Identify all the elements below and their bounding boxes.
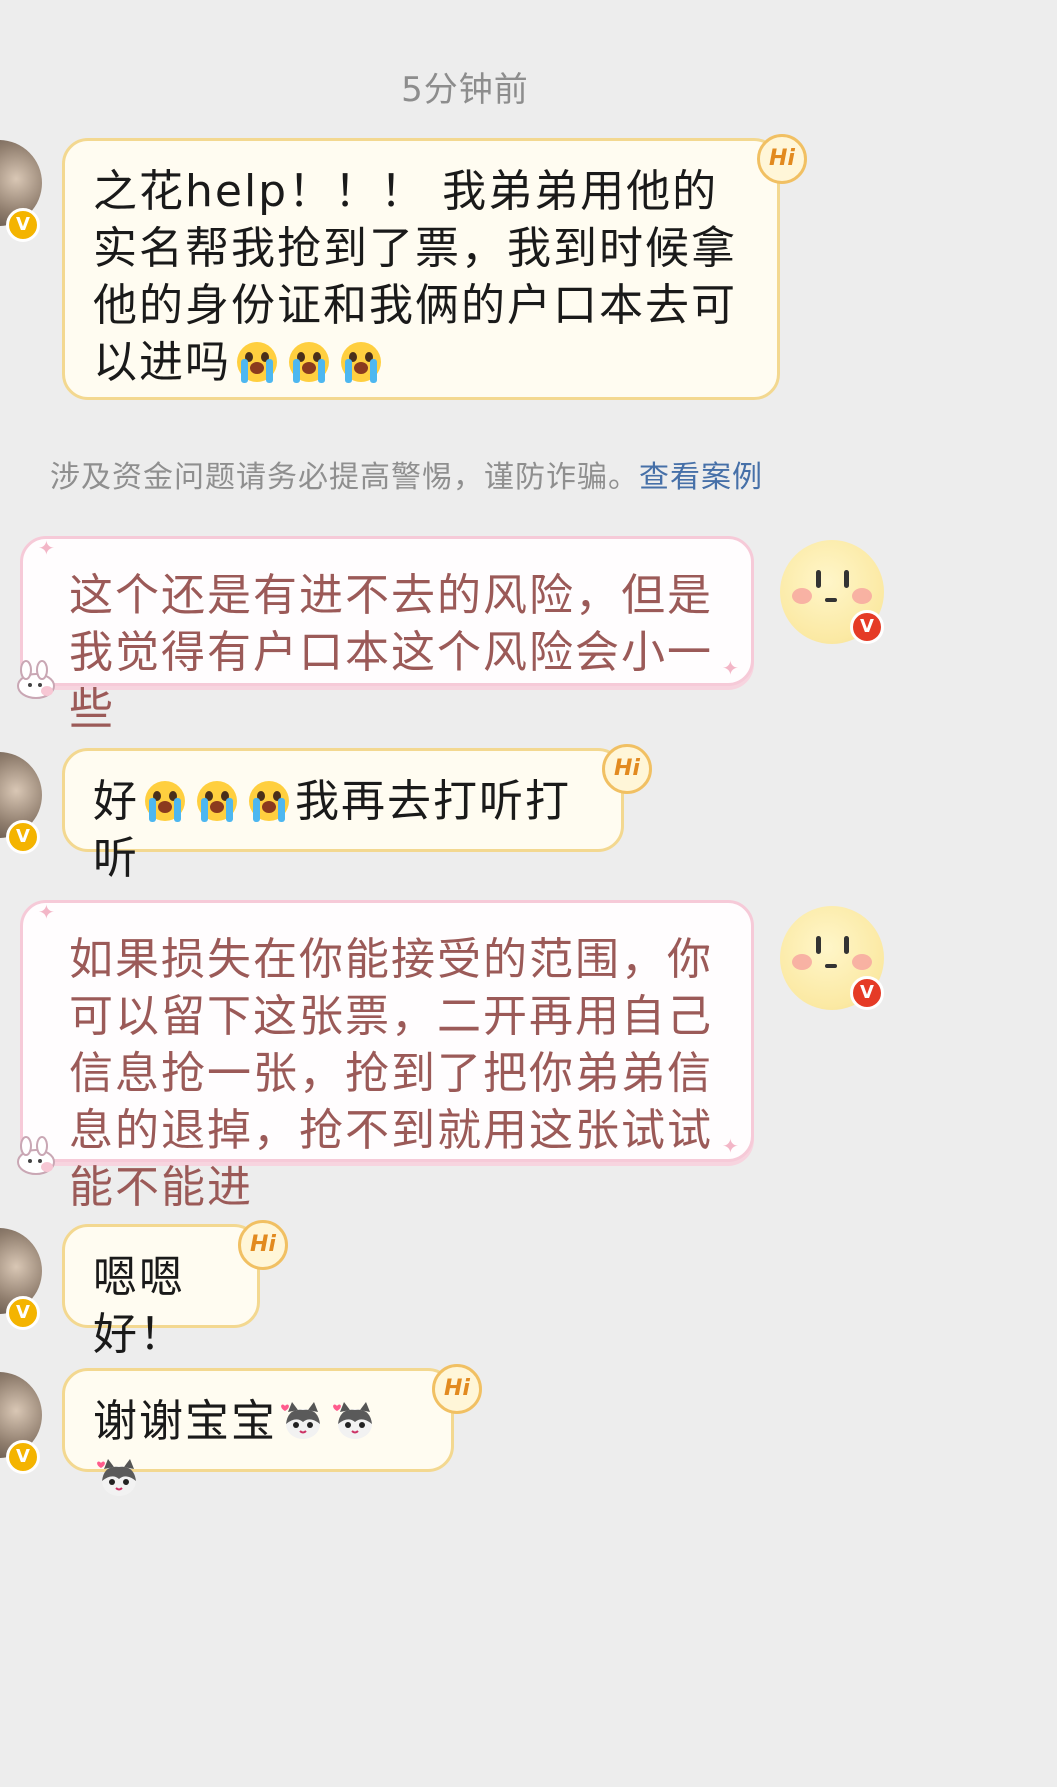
cat-heart-icon (332, 1398, 378, 1444)
sparkle-icon: ✦ (38, 900, 55, 924)
message-bubble-outgoing[interactable]: 这个还是有进不去的风险，但是我觉得有户口本这个风险会小一些 (20, 536, 754, 735)
message-bubble-outgoing[interactable]: 如果损失在你能接受的范围，你可以留下这张票，二开再用自己信息抢一张，抢到了把你弟… (20, 900, 754, 1213)
message-bubble-incoming[interactable]: 嗯嗯好！ (62, 1224, 260, 1360)
verified-badge-icon: V (850, 610, 884, 644)
cat-heart-icon (96, 1455, 142, 1501)
crying-face-icon (286, 339, 332, 385)
crying-face-icon (194, 778, 240, 824)
verified-badge-icon: V (6, 1296, 40, 1330)
fraud-warning-text: 涉及资金问题请务必提高警惕，谨防诈骗。 (50, 460, 639, 495)
message-text: 如果损失在你能接受的范围，你可以留下这张票，二开再用自己信息抢一张，抢到了把你弟… (69, 934, 713, 1213)
fraud-warning: 涉及资金问题请务必提高警惕，谨防诈骗。查看案例 (50, 452, 763, 496)
crying-face-icon (338, 339, 384, 385)
bunny-icon (14, 660, 58, 700)
bunny-icon (14, 1136, 58, 1176)
sparkle-icon: ✦ (722, 1134, 739, 1158)
message-text: 这个还是有进不去的风险，但是我觉得有户口本这个风险会小一些 (69, 570, 713, 735)
sparkle-icon: ✦ (722, 656, 739, 680)
message-bubble-incoming[interactable]: 好我再去打听打听 (62, 748, 624, 884)
message-text: 之花help！！！ 我弟弟用他的实名帮我抢到了票，我到时候拿他的身份证和我俩的户… (93, 166, 737, 388)
verified-badge-icon: V (6, 820, 40, 854)
message-text-prefix: 好 (93, 776, 139, 827)
view-cases-link[interactable]: 查看案例 (639, 460, 763, 495)
message-text: 嗯嗯好！ (93, 1252, 185, 1360)
crying-face-icon (234, 339, 280, 385)
cat-heart-icon (280, 1398, 326, 1444)
hi-bubble-badge-icon: Hi (432, 1364, 482, 1414)
verified-badge-icon: V (850, 976, 884, 1010)
message-bubble-incoming[interactable]: 之花help！！！ 我弟弟用他的实名帮我抢到了票，我到时候拿他的身份证和我俩的户… (62, 138, 780, 400)
verified-badge-icon: V (6, 1440, 40, 1474)
chat-page: 5分钟前 V 之花help！！！ 我弟弟用他的实名帮我抢到了票，我到时候拿他的身… (0, 0, 1057, 1787)
crying-face-icon (142, 778, 188, 824)
message-bubble-incoming[interactable]: 谢谢宝宝 (62, 1368, 454, 1472)
message-text: 谢谢宝宝 (93, 1396, 277, 1447)
hi-bubble-badge-icon: Hi (757, 134, 807, 184)
verified-badge-icon: V (6, 208, 40, 242)
message-timestamp: 5分钟前 (401, 70, 529, 110)
hi-bubble-badge-icon: Hi (238, 1220, 288, 1270)
sparkle-icon: ✦ (38, 536, 55, 560)
hi-bubble-badge-icon: Hi (602, 744, 652, 794)
crying-face-icon (246, 778, 292, 824)
